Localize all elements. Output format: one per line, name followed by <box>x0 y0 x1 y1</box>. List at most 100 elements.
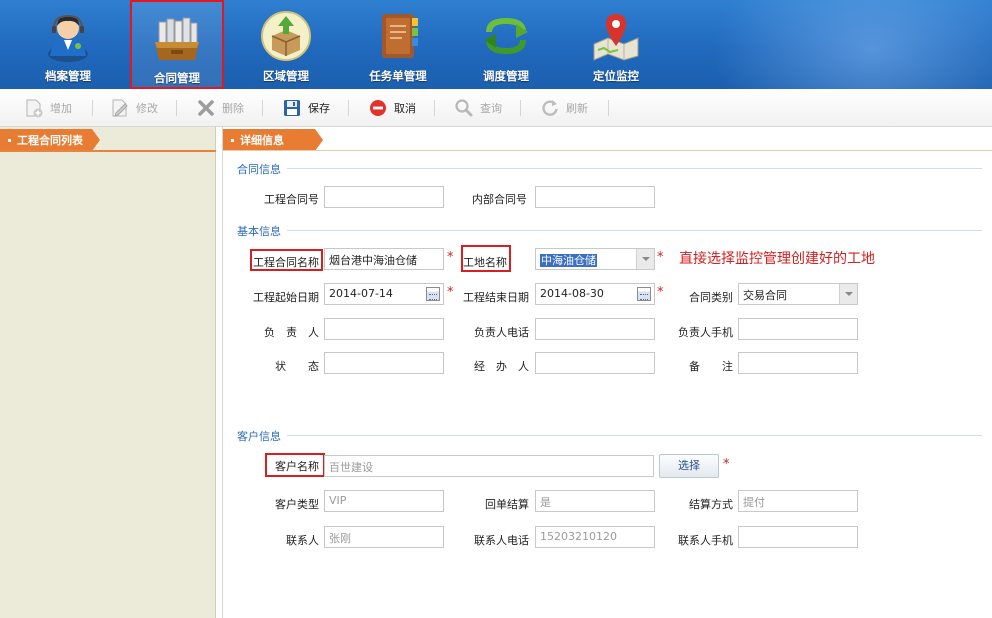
customer-name-label: 客户名称 <box>275 460 319 473</box>
nav-label: 调度管理 <box>483 69 529 83</box>
contract-list-tab[interactable]: 工程合同列表 <box>0 129 100 151</box>
settlement-method-label: 结算方式 <box>689 498 733 511</box>
contract-no-label: 工程合同号 <box>264 193 319 206</box>
required-mark: * <box>723 457 730 472</box>
panel-header-line <box>0 150 216 152</box>
contact-input[interactable]: 张刚 <box>324 526 444 548</box>
required-mark: * <box>657 250 664 265</box>
contract-list-panel: 工程合同列表 <box>0 127 216 618</box>
calendar-icon[interactable] <box>426 287 440 301</box>
add-button[interactable]: 增加 <box>24 97 72 119</box>
site-name-select[interactable]: 中海油仓储 <box>535 248 655 270</box>
site-name-selected-text: 中海油仓储 <box>540 254 597 267</box>
edit-document-icon <box>112 99 128 117</box>
chevron-down-icon[interactable] <box>636 249 654 269</box>
cancel-circle-icon <box>370 100 386 116</box>
toolbar-divider <box>176 100 177 116</box>
customer-name-input[interactable]: 百世建设 <box>324 455 654 477</box>
contract-no-input[interactable] <box>324 186 444 208</box>
calendar-icon[interactable] <box>637 287 651 301</box>
delete-button[interactable]: 删除 <box>196 97 244 119</box>
manager-phone-label: 负责人电话 <box>474 326 529 339</box>
start-date-value: 2014-07-14 <box>329 287 393 300</box>
add-document-icon <box>26 99 43 118</box>
header-glow <box>712 0 992 89</box>
floppy-disk-icon <box>284 100 300 116</box>
basic-info-section: 基本信息 <box>237 223 982 239</box>
refresh-button[interactable]: 刷新 <box>540 97 588 119</box>
nav-item-dispatch[interactable]: 调度管理 <box>458 0 554 89</box>
cancel-button[interactable]: 取消 <box>368 97 416 119</box>
toolbar-divider <box>520 100 521 116</box>
required-mark: * <box>447 285 454 300</box>
settlement-method-input[interactable]: 提付 <box>738 490 858 512</box>
edit-label: 修改 <box>136 102 158 115</box>
start-date-input[interactable]: 2014-07-14 <box>324 283 444 305</box>
nav-item-tasks[interactable]: 任务单管理 <box>350 0 446 89</box>
section-divider <box>287 230 982 231</box>
map-pin-icon <box>593 14 639 61</box>
status-input[interactable] <box>324 352 444 374</box>
save-button[interactable]: 保存 <box>282 97 330 119</box>
nav-label: 定位监控 <box>593 69 639 83</box>
nav-item-archives[interactable]: 档案管理 <box>18 0 118 89</box>
chevron-down-icon[interactable] <box>839 284 857 304</box>
nav-item-contracts[interactable]: 合同管理 <box>130 0 224 89</box>
contract-type-value: 交易合同 <box>743 289 787 302</box>
toolbar-divider <box>608 100 609 116</box>
contract-type-label: 合同类别 <box>689 291 733 304</box>
section-title: 客户信息 <box>237 430 281 443</box>
end-date-value: 2014-08-30 <box>540 287 604 300</box>
detail-panel: 详细信息 合同信息 工程合同号 内部合同号 基本信息 工程合同名称 烟台港中海油… <box>222 127 992 618</box>
start-date-label: 工程起始日期 <box>253 291 319 304</box>
toolbar-divider <box>348 100 349 116</box>
section-divider <box>287 435 982 436</box>
settlement-per-order-input[interactable]: 是 <box>535 490 655 512</box>
detail-tab[interactable]: 详细信息 <box>223 129 323 151</box>
toolbar-divider <box>262 100 263 116</box>
site-name-label: 工地名称 <box>463 256 507 269</box>
customer-type-input[interactable]: VIP <box>324 490 444 512</box>
toolbar-divider <box>92 100 93 116</box>
select-customer-button[interactable]: 选择 <box>659 454 719 478</box>
save-label: 保存 <box>308 102 330 115</box>
contact-phone-input[interactable]: 15203210120 <box>535 526 655 548</box>
contract-type-select[interactable]: 交易合同 <box>738 283 858 305</box>
manager-mobile-input[interactable] <box>738 318 858 340</box>
nav-item-regions[interactable]: 区域管理 <box>238 0 334 89</box>
query-button[interactable]: 查询 <box>454 97 502 119</box>
project-name-input[interactable]: 烟台港中海油仓储 <box>324 248 444 270</box>
remark-input[interactable] <box>738 352 858 374</box>
edit-button[interactable]: 修改 <box>110 97 158 119</box>
bullet-icon <box>231 138 234 142</box>
annotation-note: 直接选择监控管理创建好的工地 <box>679 251 875 267</box>
end-date-input[interactable]: 2014-08-30 <box>535 283 655 305</box>
bullet-icon <box>8 138 11 142</box>
manager-label: 负 责 人 <box>264 326 319 339</box>
nav-label: 任务单管理 <box>369 69 427 83</box>
panel-header-line <box>223 150 992 151</box>
required-mark: * <box>447 250 454 265</box>
nav-label: 区域管理 <box>263 69 309 83</box>
manager-input[interactable] <box>324 318 444 340</box>
toolbar-divider <box>434 100 435 116</box>
internal-no-input[interactable] <box>535 186 655 208</box>
cancel-label: 取消 <box>394 102 416 115</box>
handler-label: 经 办 人 <box>474 360 529 373</box>
query-label: 查询 <box>480 102 502 115</box>
nav-item-positioning[interactable]: 定位监控 <box>568 0 664 89</box>
user-profile-icon <box>48 14 88 62</box>
nav-label: 合同管理 <box>154 71 200 85</box>
refresh-label: 刷新 <box>566 102 588 115</box>
handler-input[interactable] <box>535 352 655 374</box>
contact-mobile-input[interactable] <box>738 526 858 548</box>
contract-list-title: 工程合同列表 <box>17 134 83 147</box>
internal-no-label: 内部合同号 <box>472 193 527 206</box>
search-icon <box>455 99 473 117</box>
nav-label: 档案管理 <box>45 69 91 83</box>
contact-label: 联系人 <box>286 534 319 547</box>
manager-phone-input[interactable] <box>535 318 655 340</box>
contract-folder-icon <box>155 17 199 60</box>
contact-phone-label: 联系人电话 <box>474 534 529 547</box>
project-name-label: 工程合同名称 <box>253 256 319 269</box>
